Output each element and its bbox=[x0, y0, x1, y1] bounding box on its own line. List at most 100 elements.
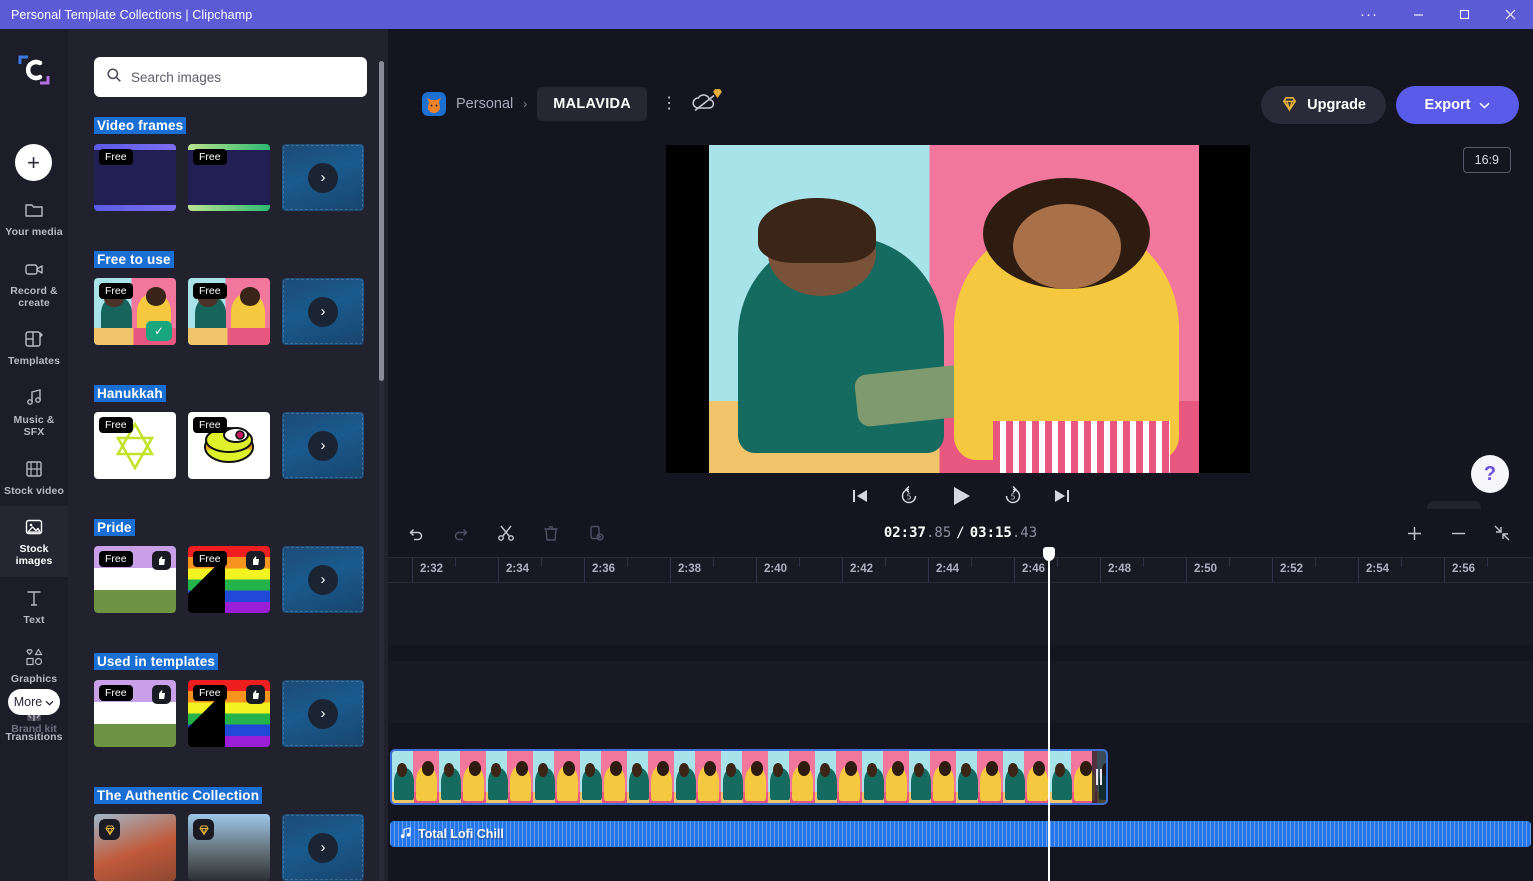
breadcrumb-separator: › bbox=[523, 97, 528, 111]
aspect-ratio-button[interactable]: 16:9 bbox=[1462, 147, 1511, 173]
window-close-button[interactable] bbox=[1487, 0, 1533, 29]
total-time: 03:15 bbox=[969, 525, 1012, 541]
upgrade-button[interactable]: Upgrade bbox=[1261, 86, 1386, 124]
category-see-more-button[interactable]: › bbox=[282, 412, 364, 479]
free-badge: Free bbox=[99, 149, 133, 165]
chevron-right-icon: › bbox=[308, 832, 338, 863]
search-input[interactable]: Search images bbox=[94, 57, 367, 97]
ruler-tick-label: 2:44 bbox=[936, 563, 960, 575]
stock-thumb[interactable]: Free bbox=[188, 546, 270, 613]
sidebar-item-graphics[interactable]: Graphics bbox=[0, 636, 68, 695]
timeline-ruler[interactable]: 2:32 2:34 2:36 2:38 2:40 2:42 2:44 2:46 … bbox=[388, 557, 1533, 584]
stock-thumb[interactable]: Free bbox=[188, 680, 270, 747]
ruler-tick-label: 2:48 bbox=[1108, 563, 1132, 575]
sidebar-item-stock-images[interactable]: Stock images bbox=[0, 506, 68, 577]
audio-clip-label: Total Lofi Chill bbox=[418, 827, 504, 841]
stock-thumb[interactable] bbox=[188, 814, 270, 881]
panel-scrollbar-thumb[interactable] bbox=[379, 61, 384, 381]
stock-thumb[interactable]: Free bbox=[188, 144, 270, 211]
forward-5-button[interactable]: 5 bbox=[1002, 485, 1024, 507]
playhead[interactable] bbox=[1043, 547, 1055, 881]
category-title: Used in templates bbox=[94, 653, 219, 670]
stock-thumb[interactable]: Free bbox=[94, 546, 176, 613]
redo-button[interactable] bbox=[444, 516, 478, 550]
category-see-more-button[interactable]: › bbox=[282, 680, 364, 747]
timeline-tracks[interactable]: Total Lofi Chill bbox=[388, 583, 1533, 881]
ruler-tick-label: 2:38 bbox=[678, 563, 702, 575]
music-icon bbox=[23, 387, 45, 409]
skip-to-start-button[interactable] bbox=[850, 486, 870, 506]
free-badge: Free bbox=[193, 551, 227, 567]
ruler-tick-label: 2:46 bbox=[1022, 563, 1046, 575]
stock-thumb[interactable]: Free bbox=[94, 680, 176, 747]
search-placeholder: Search images bbox=[131, 69, 222, 85]
category-see-more-button[interactable]: › bbox=[282, 814, 364, 881]
sidebar-item-templates[interactable]: Templates bbox=[0, 318, 68, 377]
window-maximize-button[interactable] bbox=[1441, 0, 1487, 29]
clip-thumbnail bbox=[439, 751, 486, 803]
category-see-more-button[interactable]: › bbox=[282, 546, 364, 613]
sidebar-item-music-sfx[interactable]: Music & SFX bbox=[0, 377, 68, 448]
audio-clip-label-wrap: Total Lofi Chill bbox=[390, 826, 504, 842]
playhead-knob[interactable] bbox=[1043, 547, 1055, 561]
sidebar-item-label: Graphics bbox=[10, 672, 58, 685]
sidebar-item-record-create[interactable]: Record & create bbox=[0, 248, 68, 319]
clip-thumbnail bbox=[815, 751, 862, 803]
cloud-off-icon[interactable] bbox=[691, 89, 722, 117]
stock-thumb[interactable]: Free bbox=[188, 278, 270, 345]
ruler-tick-label: 2:42 bbox=[850, 563, 874, 575]
sidebar-item-text[interactable]: Text bbox=[0, 577, 68, 636]
selected-check-icon: ✓ bbox=[146, 321, 172, 341]
split-button[interactable] bbox=[489, 516, 523, 550]
stock-thumb[interactable] bbox=[94, 814, 176, 881]
stock-thumb[interactable]: Free bbox=[94, 412, 176, 479]
export-button[interactable]: Export bbox=[1396, 86, 1519, 124]
sidebar-item-brand-kit[interactable]: Brand kit bbox=[0, 723, 68, 735]
category-thumbs: Free Free › bbox=[94, 546, 366, 613]
window-more-options-button[interactable]: ··· bbox=[1343, 0, 1395, 29]
sidebar-item-stock-video[interactable]: Stock video bbox=[0, 448, 68, 507]
project-menu-button[interactable]: ⋮ bbox=[657, 96, 681, 112]
category-see-more-button[interactable]: › bbox=[282, 278, 364, 345]
search-wrapper: Search images bbox=[94, 57, 367, 97]
category-title: Hanukkah bbox=[94, 385, 166, 402]
sidebar-item-label: Stock video bbox=[3, 484, 65, 497]
stock-thumb[interactable]: Free bbox=[188, 412, 270, 479]
window-minimize-button[interactable] bbox=[1395, 0, 1441, 29]
breadcrumb-workspace[interactable]: Personal bbox=[456, 96, 513, 112]
audio-clip[interactable]: Total Lofi Chill bbox=[390, 821, 1531, 847]
clip-thumbnail bbox=[768, 751, 815, 803]
more-button[interactable]: More bbox=[8, 689, 60, 715]
zoom-in-button[interactable] bbox=[1393, 516, 1435, 550]
stock-thumb[interactable]: Free bbox=[94, 144, 176, 211]
video-preview[interactable] bbox=[666, 145, 1250, 473]
add-media-button[interactable]: + bbox=[15, 144, 52, 181]
window-titlebar: Personal Template Collections | Clipcham… bbox=[0, 0, 1533, 29]
category-see-more-button[interactable]: › bbox=[282, 144, 364, 211]
premium-gem-icon bbox=[193, 819, 214, 840]
rail-nav-list: Your media Record & create Templates Mus… bbox=[0, 189, 68, 753]
clip-trim-handle-right[interactable] bbox=[1092, 751, 1106, 803]
image-icon bbox=[23, 516, 45, 538]
video-clip[interactable] bbox=[390, 749, 1108, 805]
sidebar-item-your-media[interactable]: Your media bbox=[0, 189, 68, 248]
sidebar-item-label: Stock images bbox=[15, 543, 53, 567]
rewind-5-button[interactable]: 5 bbox=[898, 485, 920, 507]
undo-button[interactable] bbox=[399, 516, 433, 550]
zoom-out-button[interactable] bbox=[1437, 516, 1479, 550]
skip-to-end-button[interactable] bbox=[1052, 486, 1072, 506]
category-title: Pride bbox=[94, 519, 135, 536]
stock-thumb[interactable]: Free ✓ bbox=[94, 278, 176, 345]
stock-images-panel: Search images Video frames Free Free › F… bbox=[68, 29, 388, 881]
duplicate-button[interactable] bbox=[579, 516, 613, 550]
fit-to-screen-button[interactable] bbox=[1481, 516, 1523, 550]
delete-button[interactable] bbox=[534, 516, 568, 550]
thumb-up-icon bbox=[152, 685, 171, 704]
play-button[interactable] bbox=[948, 483, 974, 509]
project-name-field[interactable]: MALAVIDA bbox=[537, 87, 648, 121]
category-authentic-collection: The Authentic Collection › bbox=[94, 787, 366, 881]
clip-thumbnail bbox=[580, 751, 627, 803]
workspace-avatar-icon bbox=[422, 92, 446, 116]
premium-gem-icon bbox=[711, 87, 724, 105]
graphics-icon bbox=[23, 646, 45, 668]
